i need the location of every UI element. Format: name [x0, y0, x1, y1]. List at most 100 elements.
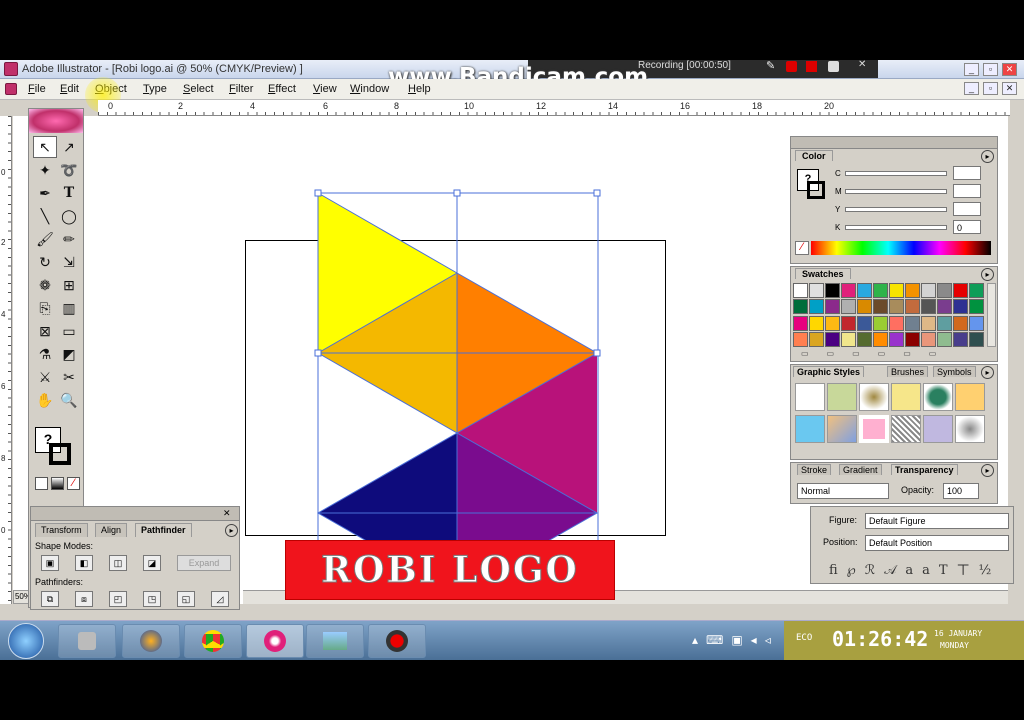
style-swatch[interactable]	[859, 415, 889, 443]
swatch[interactable]	[921, 283, 936, 298]
swatch[interactable]	[953, 283, 968, 298]
swatch[interactable]	[841, 331, 856, 347]
swatch[interactable]	[873, 331, 888, 347]
swatch[interactable]	[953, 299, 968, 315]
divide-icon[interactable]: ⧉	[41, 591, 59, 607]
opentype-glyph-buttons[interactable]: ﬁ℘ℛ𝒜aaTㄒ½	[829, 559, 1000, 578]
magic-wand-tool[interactable]: ✦	[33, 159, 57, 181]
swatch[interactable]	[809, 331, 824, 347]
clock-area[interactable]: ECO 01:26:42 16 JANUARY MONDAY	[784, 621, 1024, 660]
subtract-shape-icon[interactable]: ◧	[75, 555, 93, 571]
swatch[interactable]	[889, 283, 904, 298]
input-m[interactable]	[953, 184, 981, 198]
lasso-tool[interactable]: ➰	[57, 159, 81, 181]
minus-back-icon[interactable]: ◿	[211, 591, 229, 607]
swatches-toolbar-icons[interactable]: ▭▭▭▭▭▭	[801, 349, 981, 359]
tab-graphic-styles[interactable]: Graphic Styles	[793, 366, 865, 377]
style-swatch[interactable]	[795, 415, 825, 443]
swatch[interactable]	[809, 283, 824, 298]
style-swatch[interactable]	[891, 415, 921, 443]
hand-tool[interactable]: ✋	[33, 389, 57, 411]
slider-c[interactable]	[845, 171, 947, 176]
position-select[interactable]: Default Position	[865, 535, 1009, 551]
outline-icon[interactable]: ◱	[177, 591, 195, 607]
style-swatch[interactable]	[923, 415, 953, 443]
swatch[interactable]	[857, 283, 872, 298]
start-button[interactable]	[8, 623, 44, 659]
menu-filter[interactable]: Filter	[229, 83, 253, 95]
swatch[interactable]	[793, 283, 808, 298]
swatch[interactable]	[809, 315, 824, 331]
tab-transform[interactable]: Transform	[35, 523, 88, 537]
swatch[interactable]	[937, 283, 952, 298]
selection-tool[interactable]: ↖	[33, 136, 57, 158]
swatch[interactable]	[857, 299, 872, 315]
swatch[interactable]	[841, 283, 856, 298]
taskbar-bandicam[interactable]	[368, 624, 426, 658]
swatch[interactable]	[889, 299, 904, 315]
pencil-icon[interactable]: ✎	[766, 60, 777, 72]
symbol-sprayer-tool[interactable]: ⎘	[33, 297, 57, 319]
swatch[interactable]	[793, 299, 808, 315]
tab-swatches[interactable]: Swatches	[795, 268, 851, 279]
swatch[interactable]	[921, 299, 936, 315]
slider-m[interactable]	[845, 189, 947, 194]
graphic-styles-menu-icon[interactable]: ▸	[981, 366, 994, 379]
paintbrush-tool[interactable]: 🖌	[33, 228, 57, 250]
menu-view[interactable]: View	[313, 83, 337, 95]
expand-button[interactable]: Expand	[177, 555, 231, 571]
opacity-input[interactable]: 100	[943, 483, 979, 499]
taskbar-illustrator[interactable]	[246, 624, 304, 658]
panel-close-icon[interactable]: ✕	[223, 508, 231, 519]
style-swatch[interactable]	[859, 383, 889, 411]
style-swatch[interactable]	[955, 383, 985, 411]
record-icon[interactable]	[786, 61, 797, 72]
menu-edit[interactable]: Edit	[60, 83, 79, 95]
menu-window[interactable]: Window	[350, 83, 389, 95]
swatch[interactable]	[937, 331, 952, 347]
trim-icon[interactable]: ⧈	[75, 591, 93, 607]
swatch[interactable]	[921, 315, 936, 331]
rotate-tool[interactable]: ↻	[33, 251, 57, 273]
swatch[interactable]	[969, 299, 984, 315]
stroke-color-icon[interactable]	[49, 443, 71, 465]
panel-header[interactable]	[31, 507, 239, 521]
blend-tool[interactable]: ◩	[57, 343, 81, 365]
taskbar-chrome[interactable]	[184, 624, 242, 658]
mesh-tool[interactable]: ⊠	[33, 320, 57, 342]
tab-stroke[interactable]: Stroke	[797, 464, 832, 475]
swatch[interactable]	[793, 315, 808, 331]
style-swatch[interactable]	[827, 415, 857, 443]
swatch[interactable]	[825, 283, 840, 298]
crop-icon[interactable]: ◳	[143, 591, 161, 607]
transparency-menu-icon[interactable]: ▸	[981, 464, 994, 477]
slider-y[interactable]	[845, 207, 947, 212]
swatch[interactable]	[937, 315, 952, 331]
swatch[interactable]	[969, 331, 984, 347]
swatch[interactable]	[905, 299, 920, 315]
swatches-scrollbar[interactable]	[987, 283, 996, 347]
recorder-close-icon[interactable]: ✕	[858, 60, 866, 70]
tab-gradient[interactable]: Gradient	[839, 464, 882, 475]
tab-transparency[interactable]: Transparency	[891, 464, 958, 475]
tab-color[interactable]: Color	[795, 150, 833, 161]
pen-tool[interactable]: ✒	[33, 182, 57, 204]
swatch[interactable]	[905, 331, 920, 347]
horizontal-ruler[interactable]: 0 2 4 6 8 10 12 14 16 18 20	[98, 100, 1010, 116]
swatch[interactable]	[825, 315, 840, 331]
taskbar-firefox[interactable]	[122, 624, 180, 658]
scale-tool[interactable]: ⇲	[57, 251, 81, 273]
style-swatch[interactable]	[923, 383, 953, 411]
merge-icon[interactable]: ◰	[109, 591, 127, 607]
swatch[interactable]	[857, 331, 872, 347]
exclude-shape-icon[interactable]: ◪	[143, 555, 161, 571]
swatch[interactable]	[905, 315, 920, 331]
figure-select[interactable]: Default Figure	[865, 513, 1009, 529]
tab-align[interactable]: Align	[95, 523, 128, 537]
camera-icon[interactable]	[828, 61, 839, 72]
column-graph-tool[interactable]: ▥	[57, 297, 81, 319]
ellipse-tool[interactable]: ◯	[57, 205, 81, 227]
free-transform-tool[interactable]: ⊞	[57, 274, 81, 296]
scissors-tool[interactable]: ✂	[57, 366, 81, 388]
swatch[interactable]	[873, 299, 888, 315]
